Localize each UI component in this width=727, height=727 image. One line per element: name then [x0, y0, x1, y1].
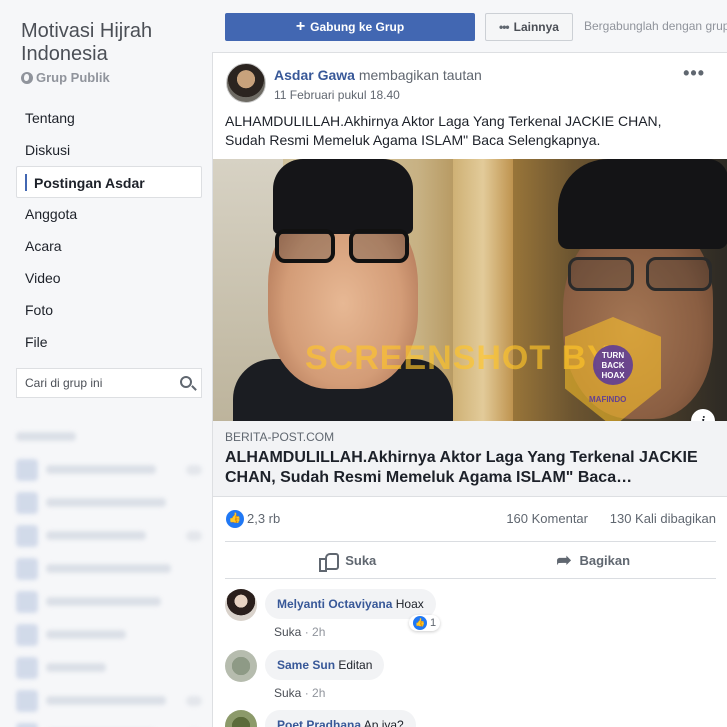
badge-text: TURN BACK HOAX [593, 345, 633, 385]
author-name[interactable]: Asdar Gawa [274, 67, 355, 83]
nav-item-diskusi[interactable]: Diskusi [16, 134, 202, 166]
nav-item-postingan-asdar[interactable]: Postingan Asdar [16, 166, 202, 198]
nav-item-video[interactable]: Video [16, 262, 202, 294]
link-preview-meta[interactable]: BERITA-POST.COM ALHAMDULILLAH.Akhirnya A… [213, 421, 727, 497]
group-action-bar: + Gabung ke Grup ••• Lainnya Bergabungla… [212, 0, 727, 52]
comment-reaction-count: 1 [430, 617, 437, 629]
commenter-avatar[interactable] [225, 710, 257, 727]
nav-item-tentang[interactable]: Tentang [16, 102, 202, 134]
join-prompt: Bergabunglah dengan grup [584, 19, 727, 33]
share-arrow-icon: ➦ [556, 549, 572, 570]
list-item [16, 684, 202, 717]
list-item [16, 486, 202, 519]
list-item [16, 453, 202, 486]
list-item [16, 585, 202, 618]
group-nav: Tentang Diskusi Postingan Asdar Anggota … [16, 102, 202, 358]
post-text: ALHAMDULILLAH.Akhirnya Aktor Laga Yang T… [225, 113, 662, 148]
join-group-label: Gabung ke Grup [310, 20, 405, 34]
like-button[interactable]: Suka [225, 542, 471, 578]
comment-meta: Suka · 2h [274, 686, 326, 700]
comment-bubble: Poet Pradhana Ap iya? [265, 710, 416, 727]
comment-bubble: Melyanti Octaviyana Hoax [265, 589, 436, 619]
list-item [16, 420, 202, 453]
commenter-name[interactable]: Melyanti Octaviyana [277, 597, 392, 611]
nav-item-file[interactable]: File [16, 326, 202, 358]
commenter-avatar[interactable] [225, 589, 257, 621]
comment-text: Ap iya? [363, 718, 404, 727]
badge-label: MAFINDO [589, 395, 627, 404]
like-reaction-icon[interactable]: 👍 [226, 510, 244, 528]
plus-icon: + [295, 18, 306, 35]
globe-icon [21, 71, 33, 84]
comments-count[interactable]: 160 Komentar [506, 511, 588, 526]
turnbackhoax-badge: TURN BACK HOAX MAFINDO [565, 317, 661, 421]
nav-item-acara[interactable]: Acara [16, 230, 202, 262]
comment-meta: Suka · 2h [274, 625, 326, 639]
like-label: Suka [345, 552, 377, 568]
list-item [16, 618, 202, 651]
group-privacy: Grup Publik [21, 70, 110, 85]
link-preview-image[interactable]: SCREENSHOT BY TURN BACK HOAX MAFINDO i [213, 159, 727, 421]
post-timestamp[interactable]: 11 Februari pukul 18.40 [274, 88, 400, 102]
group-search-input[interactable] [25, 376, 175, 390]
comment-like-link[interactable]: Suka [274, 686, 301, 700]
group-sidebar: Motivasi Hijrah Indonesia Grup Publik Te… [0, 0, 212, 727]
join-group-button[interactable]: + Gabung ke Grup [225, 13, 475, 41]
comment-like-link[interactable]: Suka [274, 625, 301, 639]
post-card: Asdar Gawa membagikan tautan 11 Februari… [212, 52, 727, 727]
post-stats: 👍 2,3 rb 160 Komentar 130 Kali dibagikan [213, 497, 727, 541]
reactions-count[interactable]: 2,3 rb [247, 511, 280, 526]
commenter-avatar[interactable] [225, 650, 257, 682]
nav-item-anggota[interactable]: Anggota [16, 198, 202, 230]
post-action-text: membagikan tautan [358, 67, 482, 83]
group-name[interactable]: Motivasi Hijrah Indonesia [21, 20, 201, 66]
comment-text: Hoax [395, 597, 424, 611]
more-dots-icon: ••• [499, 20, 510, 34]
list-item [16, 519, 202, 552]
comment-time[interactable]: 2h [312, 625, 325, 639]
post-menu-icon[interactable]: ••• [683, 63, 705, 84]
link-domain: BERITA-POST.COM [225, 430, 335, 444]
list-item [16, 552, 202, 585]
comment-bubble: Same Sun Editan [265, 650, 385, 680]
shares-count[interactable]: 130 Kali dibagikan [610, 511, 716, 526]
group-privacy-label: Grup Publik [36, 70, 110, 85]
comment-time[interactable]: 2h [312, 686, 325, 700]
comment-text: Editan [338, 658, 373, 672]
share-button[interactable]: ➦ Bagikan [471, 542, 717, 578]
nav-item-foto[interactable]: Foto [16, 294, 202, 326]
list-item [16, 717, 202, 727]
search-icon[interactable] [180, 376, 192, 388]
commenter-name[interactable]: Poet Pradhana [277, 718, 361, 727]
list-item [16, 651, 202, 684]
post-header: Asdar Gawa membagikan tautan [274, 67, 482, 83]
author-avatar[interactable] [226, 63, 266, 103]
like-reaction-icon: 👍 [413, 616, 427, 630]
comment-reaction[interactable]: 👍 1 [409, 615, 441, 631]
group-search [16, 368, 202, 398]
post-actions: Suka ➦ Bagikan [225, 541, 716, 579]
share-label: Bagikan [579, 552, 631, 568]
more-button[interactable]: ••• Lainnya [485, 13, 573, 41]
link-title[interactable]: ALHAMDULILLAH.Akhirnya Aktor Laga Yang T… [225, 448, 705, 488]
blurred-sidebar-list [16, 420, 202, 727]
thumbs-up-icon [319, 552, 340, 572]
more-label: Lainnya [513, 20, 559, 34]
commenter-name[interactable]: Same Sun [277, 658, 335, 672]
